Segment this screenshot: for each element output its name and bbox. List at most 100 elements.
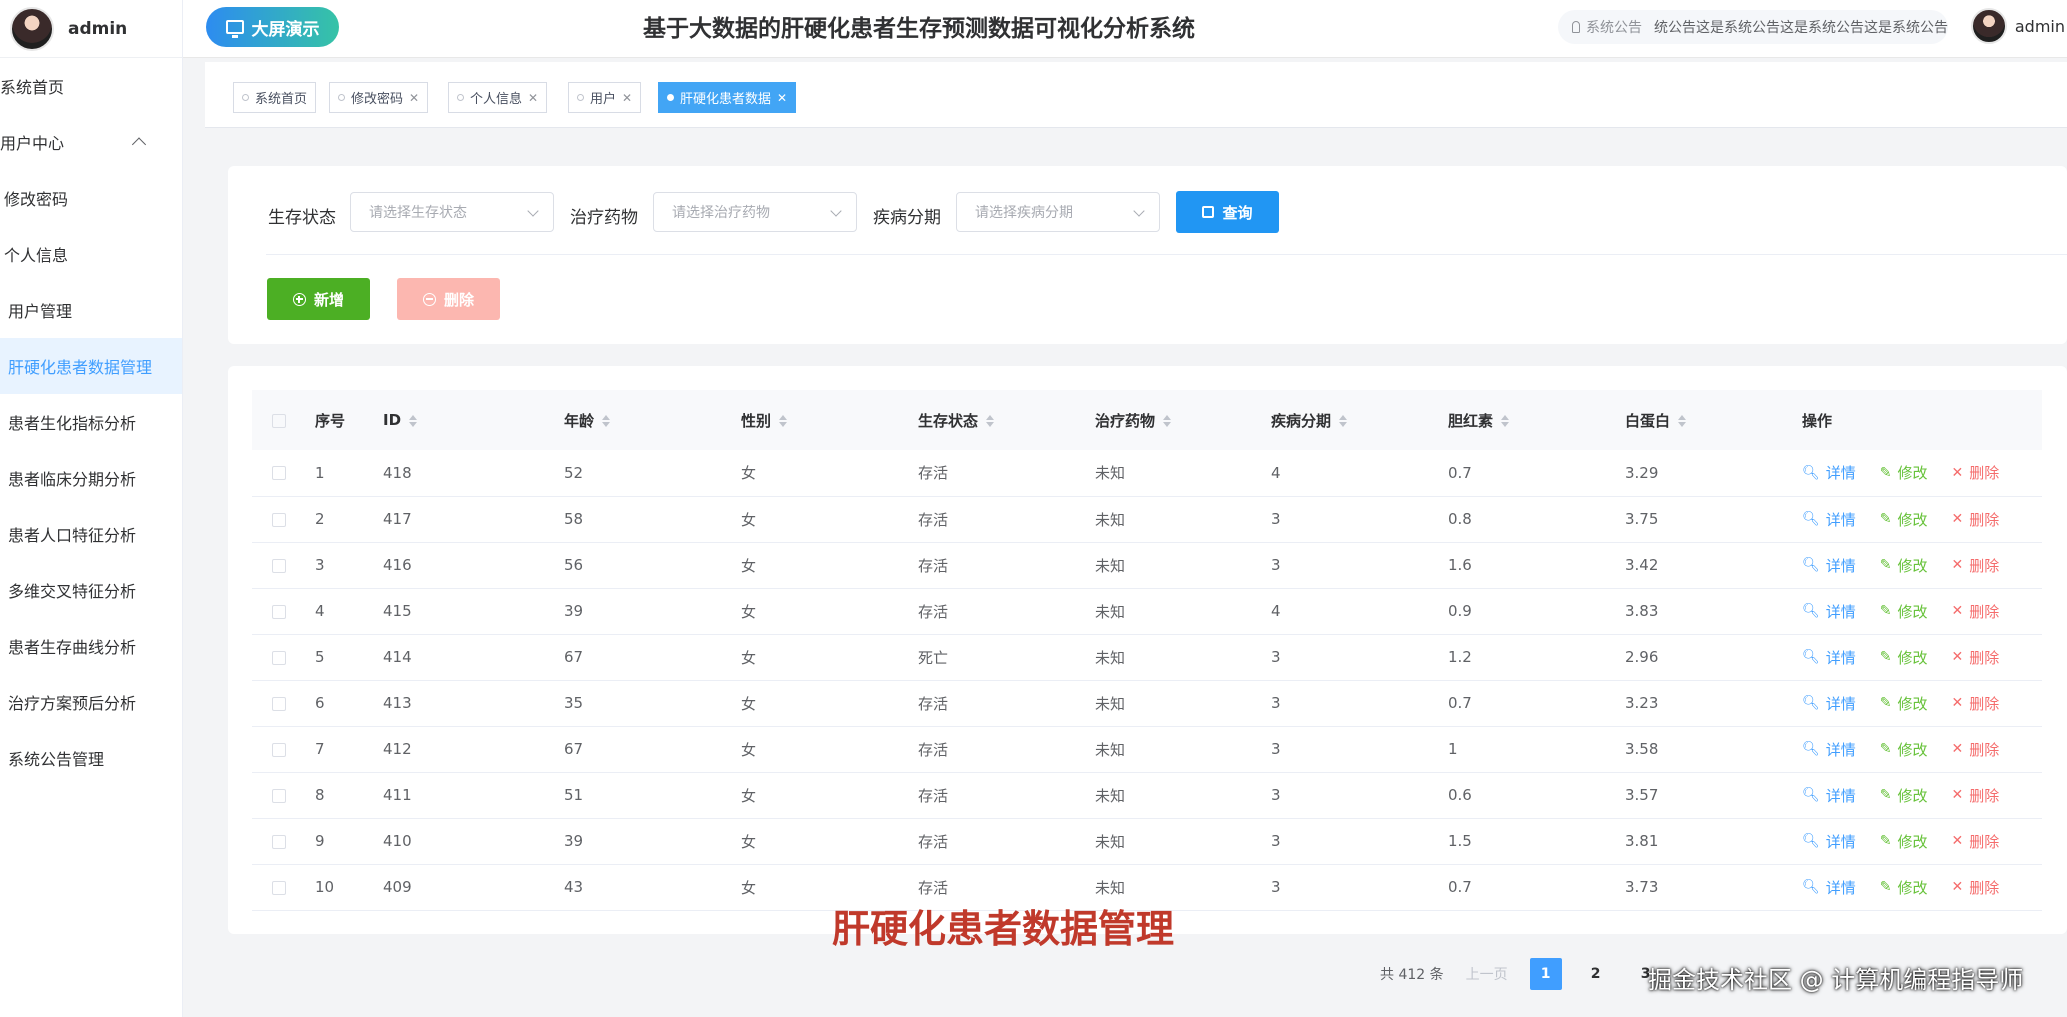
detail-button[interactable]: 🔍︎ 详情 <box>1802 601 1856 622</box>
sidebar-item-1[interactable]: 用户中心 <box>0 114 182 170</box>
row-checkbox-cell[interactable] <box>252 818 315 864</box>
edit-button[interactable]: ✎ 修改 <box>1880 831 1928 852</box>
row-checkbox-cell[interactable] <box>252 634 315 680</box>
edit-button[interactable]: ✎ 修改 <box>1880 462 1928 483</box>
row-checkbox[interactable] <box>272 466 286 481</box>
detail-button[interactable]: 🔍︎ 详情 <box>1802 831 1856 852</box>
prev-page-button[interactable]: 上一页 <box>1466 964 1508 984</box>
row-checkbox[interactable] <box>272 696 286 711</box>
detail-button[interactable]: 🔍︎ 详情 <box>1802 509 1856 530</box>
tag-1[interactable]: 修改密码 ✕ <box>329 82 429 113</box>
column-header-8[interactable]: 白蛋白 <box>1625 390 1802 450</box>
header-checkbox-cell[interactable] <box>252 390 315 450</box>
sort-icon[interactable] <box>409 414 418 427</box>
sort-icon[interactable] <box>986 415 995 427</box>
notice-bar[interactable]: 系统公告 统公告这是系统公告这是系统公告这是系统公告 <box>1558 10 1948 44</box>
edit-button[interactable]: ✎ 修改 <box>1880 509 1928 530</box>
select-all-checkbox[interactable] <box>272 413 286 428</box>
sidebar-item-7[interactable]: 患者临床分期分析 <box>0 450 182 506</box>
delete-button[interactable]: ✕ 删除 <box>1952 647 2000 668</box>
column-header-4[interactable]: 生存状态 <box>918 390 1095 450</box>
header-avatar[interactable] <box>1970 8 2007 44</box>
edit-button[interactable]: ✎ 修改 <box>1880 785 1928 806</box>
row-checkbox[interactable] <box>272 742 286 757</box>
close-icon[interactable]: ✕ <box>409 91 419 105</box>
sort-icon[interactable] <box>602 415 611 427</box>
delete-button[interactable]: ✕ 删除 <box>1952 831 2000 852</box>
row-checkbox-cell[interactable] <box>252 542 315 588</box>
tag-0[interactable]: 系统首页 <box>233 82 317 113</box>
avatar[interactable] <box>10 6 54 51</box>
big-screen-button[interactable]: 大屏演示 <box>206 7 339 47</box>
delete-button[interactable]: ✕ 删除 <box>1952 693 2000 714</box>
row-checkbox-cell[interactable] <box>252 864 315 910</box>
page-button-2[interactable]: 2 <box>1580 958 1612 990</box>
column-header-7[interactable]: 胆红素 <box>1448 390 1625 450</box>
row-checkbox-cell[interactable] <box>252 680 315 726</box>
sort-icon[interactable] <box>1678 415 1687 427</box>
detail-button[interactable]: 🔍︎ 详情 <box>1802 785 1856 806</box>
row-checkbox-cell[interactable] <box>252 450 315 496</box>
delete-button[interactable]: ✕ 删除 <box>1952 877 2000 898</box>
drug-select[interactable]: 请选择治疗药物 <box>653 192 857 232</box>
sidebar-item-10[interactable]: 患者生存曲线分析 <box>0 618 182 674</box>
row-checkbox-cell[interactable] <box>252 726 315 772</box>
row-checkbox[interactable] <box>272 788 286 803</box>
detail-button[interactable]: 🔍︎ 详情 <box>1802 877 1856 898</box>
delete-button[interactable]: ✕ 删除 <box>1952 739 2000 760</box>
sort-icon[interactable] <box>779 415 788 427</box>
close-icon[interactable]: ✕ <box>777 91 787 105</box>
row-checkbox[interactable] <box>272 880 286 895</box>
delete-button[interactable]: ✕ 删除 <box>1952 462 2000 483</box>
detail-button[interactable]: 🔍︎ 详情 <box>1802 739 1856 760</box>
status-select[interactable]: 请选择生存状态 <box>350 192 554 232</box>
sort-icon[interactable] <box>1501 415 1510 427</box>
sidebar-item-0[interactable]: 系统首页 <box>0 58 182 114</box>
tag-2[interactable]: 个人信息 ✕ <box>448 82 548 113</box>
delete-button[interactable]: ✕ 删除 <box>1952 601 2000 622</box>
edit-button[interactable]: ✎ 修改 <box>1880 647 1928 668</box>
sidebar-item-11[interactable]: 治疗方案预后分析 <box>0 674 182 730</box>
sidebar-item-9[interactable]: 多维交叉特征分析 <box>0 562 182 618</box>
edit-button[interactable]: ✎ 修改 <box>1880 877 1928 898</box>
column-header-3[interactable]: 性别 <box>741 390 918 450</box>
delete-button[interactable]: ✕ 删除 <box>1952 785 2000 806</box>
detail-button[interactable]: 🔍︎ 详情 <box>1802 693 1856 714</box>
column-header-1[interactable]: ID <box>383 390 564 450</box>
sort-icon[interactable] <box>1163 415 1172 427</box>
edit-button[interactable]: ✎ 修改 <box>1880 739 1928 760</box>
sort-icon[interactable] <box>1339 415 1348 427</box>
page-button-1[interactable]: 1 <box>1529 958 1562 990</box>
delete-button[interactable]: ✕ 删除 <box>1952 509 2000 530</box>
close-icon[interactable]: ✕ <box>622 91 632 105</box>
delete-button[interactable]: ✕ 删除 <box>1952 555 2000 576</box>
close-icon[interactable]: ✕ <box>528 91 538 105</box>
batch-delete-button[interactable]: 删除 <box>397 278 500 320</box>
query-button[interactable]: 查询 <box>1176 191 1279 233</box>
tag-4[interactable]: 肝硬化患者数据 ✕ <box>658 82 797 113</box>
column-header-6[interactable]: 疾病分期 <box>1271 390 1448 450</box>
sidebar-item-6[interactable]: 患者生化指标分析 <box>0 394 182 450</box>
row-checkbox-cell[interactable] <box>252 588 315 634</box>
edit-button[interactable]: ✎ 修改 <box>1880 555 1928 576</box>
sidebar-item-12[interactable]: 系统公告管理 <box>0 730 182 786</box>
row-checkbox[interactable] <box>272 650 286 665</box>
header-user[interactable]: admin <box>1970 8 2065 44</box>
row-checkbox[interactable] <box>272 558 286 573</box>
sidebar-item-3[interactable]: 个人信息 <box>0 226 182 282</box>
edit-button[interactable]: ✎ 修改 <box>1880 601 1928 622</box>
add-button[interactable]: 新增 <box>267 278 370 320</box>
edit-button[interactable]: ✎ 修改 <box>1880 693 1928 714</box>
sidebar-item-5[interactable]: 肝硬化患者数据管理 <box>0 338 182 394</box>
row-checkbox[interactable] <box>272 834 286 849</box>
row-checkbox[interactable] <box>272 604 286 619</box>
column-header-5[interactable]: 治疗药物 <box>1095 390 1271 450</box>
row-checkbox[interactable] <box>272 512 286 527</box>
sidebar-item-2[interactable]: 修改密码 <box>0 170 182 226</box>
tag-3[interactable]: 用户 ✕ <box>568 82 642 113</box>
detail-button[interactable]: 🔍︎ 详情 <box>1802 555 1856 576</box>
column-header-2[interactable]: 年龄 <box>564 390 741 450</box>
sidebar-item-4[interactable]: 用户管理 <box>0 282 182 338</box>
row-checkbox-cell[interactable] <box>252 772 315 818</box>
sidebar-item-8[interactable]: 患者人口特征分析 <box>0 506 182 562</box>
